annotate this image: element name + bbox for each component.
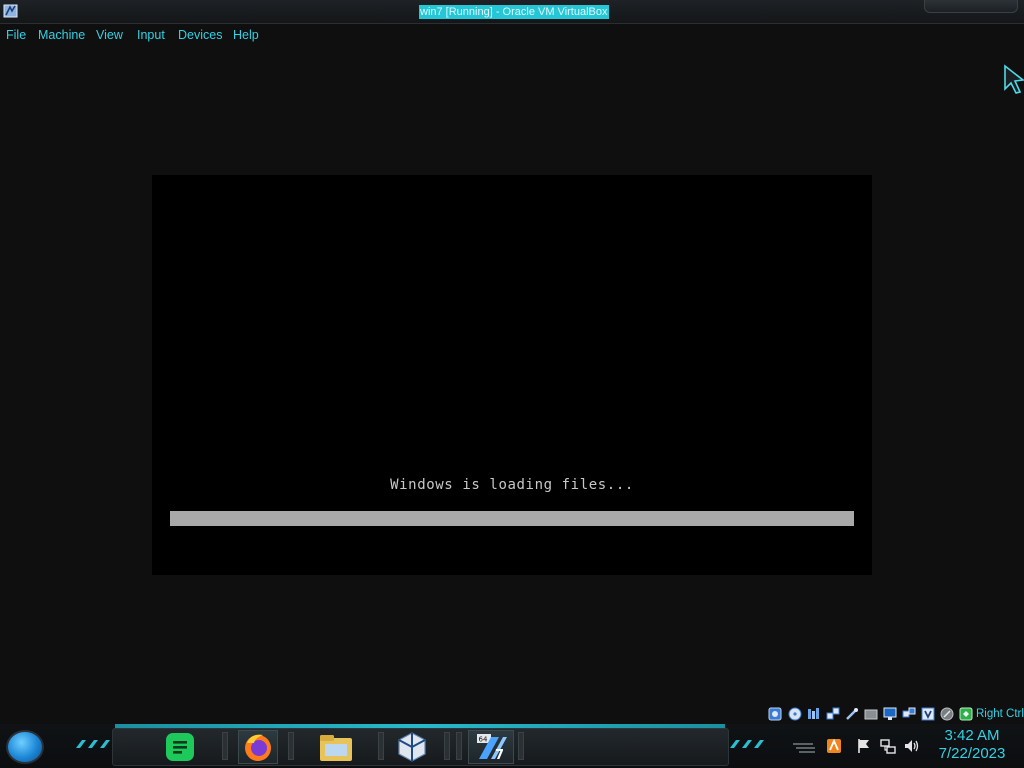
file-explorer-icon [320, 735, 352, 761]
taskbar-firefox[interactable] [238, 730, 278, 764]
taskbar-separator [222, 732, 228, 760]
start-button[interactable] [6, 730, 44, 764]
taskbar: 64 7 3:42 AM 7/22/2023 [0, 724, 1024, 768]
action-center-flag-icon[interactable] [856, 738, 872, 754]
taskbar-separator [378, 732, 384, 760]
virtualbox-icon [3, 4, 18, 18]
optical-drive-icon[interactable] [788, 707, 802, 721]
titlebar-decoration [924, 0, 1018, 13]
notes-app-icon [166, 733, 194, 761]
menu-machine[interactable]: Machine [38, 27, 85, 43]
menu-input[interactable]: Input [137, 27, 165, 43]
svg-text:64: 64 [479, 736, 488, 744]
loading-progress-bar [170, 511, 854, 526]
taskbar-separator [456, 732, 462, 760]
desktop: win7 [Running] - Oracle VM VirtualBox Fi… [0, 0, 1024, 768]
window-title: win7 [Running] - Oracle VM VirtualBox [419, 5, 609, 19]
svg-text:7: 7 [495, 748, 504, 763]
win7-vm-icon: 64 7 [477, 734, 507, 763]
taskbar-notes-app[interactable] [160, 730, 200, 764]
taskbar-clock[interactable]: 3:42 AM 7/22/2023 [930, 727, 1014, 763]
taskbar-separator [518, 732, 524, 760]
host-key-label[interactable]: Right Ctrl [976, 708, 1024, 720]
firefox-icon [245, 734, 271, 761]
taskbar-separator [444, 732, 450, 760]
host-key-icon[interactable] [959, 707, 973, 721]
video-capture-icon[interactable] [902, 707, 916, 721]
tray-app-icon[interactable] [826, 738, 842, 754]
mouse-cursor-icon [1004, 64, 1024, 94]
taskbar-right-decoration-icon [730, 740, 764, 748]
taskbar-virtualbox[interactable] [392, 730, 432, 764]
usb-icon[interactable] [845, 707, 859, 721]
virtualization-icon[interactable] [921, 707, 935, 721]
audio-icon[interactable] [807, 707, 821, 721]
mouse-integration-icon[interactable] [940, 707, 954, 721]
hard-disk-icon[interactable] [768, 707, 782, 721]
menu-devices[interactable]: Devices [178, 27, 222, 43]
virtualbox-icon [398, 732, 426, 762]
clock-time: 3:42 AM [944, 727, 1000, 744]
clock-date: 7/22/2023 [938, 745, 1006, 762]
menu-file[interactable]: File [6, 27, 26, 43]
window-titlebar[interactable]: win7 [Running] - Oracle VM VirtualBox [0, 0, 1024, 24]
display-icon[interactable] [883, 707, 897, 721]
menu-help[interactable]: Help [233, 27, 259, 43]
vm-display[interactable]: Windows is loading files... [152, 175, 872, 575]
taskbar-separator [288, 732, 294, 760]
network-icon[interactable] [826, 707, 840, 721]
loading-text: Windows is loading files... [390, 477, 634, 493]
taskbar-win7-vm[interactable]: 64 7 [468, 730, 514, 764]
network-icon[interactable] [880, 738, 896, 754]
taskbar-left-decoration-icon [76, 740, 110, 748]
vm-status-bar: Right Ctrl [766, 706, 1024, 724]
menu-view[interactable]: View [96, 27, 123, 43]
show-desktop-icon[interactable] [792, 738, 816, 754]
menu-bar: File Machine View Input Devices Help [0, 24, 1024, 46]
volume-icon[interactable] [904, 738, 920, 754]
taskbar-file-explorer[interactable] [316, 730, 356, 764]
shared-folders-icon[interactable] [864, 707, 878, 721]
loading-progress-fill [170, 511, 854, 526]
